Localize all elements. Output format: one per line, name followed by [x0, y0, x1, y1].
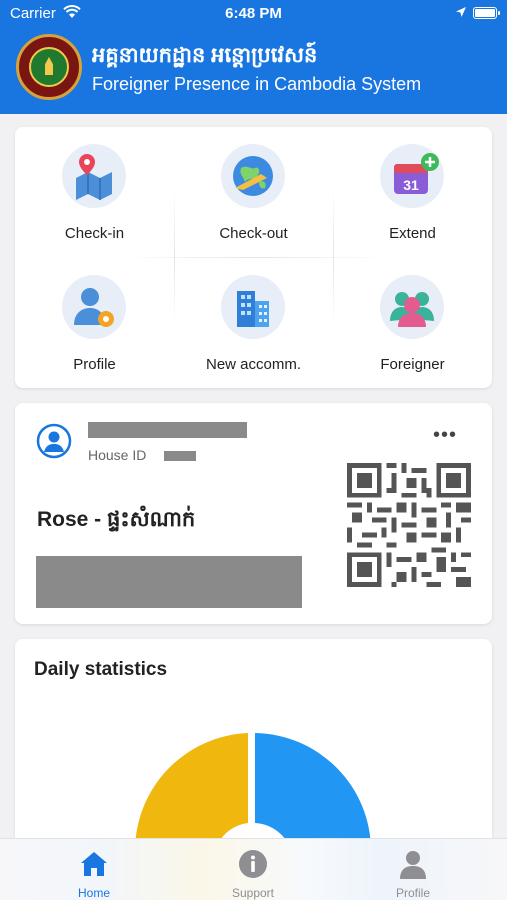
more-options-button[interactable]: •••	[433, 425, 463, 447]
house-name: Rose - ផ្ទះសំណាក់	[37, 508, 196, 531]
check-out-globe-icon	[221, 144, 285, 208]
app-header: អគ្គនាយកដ្ឋាន អន្តោប្រវេសន៍ Foreigner Pr…	[0, 28, 507, 114]
bottom-tab-bar: Home Support Profile	[0, 838, 507, 900]
foreigner-button[interactable]: Foreigner	[333, 258, 492, 388]
battery-icon	[473, 7, 500, 19]
extend-label: Extend	[389, 225, 436, 242]
house-card: House ID ••• Rose - ផ្ទះសំណាក់	[15, 403, 492, 624]
home-icon	[79, 849, 109, 879]
profile-settings-icon	[62, 275, 126, 339]
house-qr-code[interactable]	[347, 463, 471, 587]
house-id-label: House ID	[88, 447, 147, 463]
extend-button[interactable]: 31 Extend	[333, 127, 492, 257]
check-out-label: Check-out	[219, 225, 288, 242]
new-accommodation-button[interactable]: New accomm.	[174, 258, 333, 388]
status-bar: Carrier 6:48 PM	[0, 0, 507, 28]
person-icon	[398, 849, 428, 879]
tab-support-label: Support	[231, 886, 275, 900]
info-icon	[238, 849, 268, 879]
tab-support[interactable]: Support	[193, 839, 313, 900]
redacted-address	[36, 556, 302, 608]
redacted-house-title	[88, 422, 247, 438]
redacted-house-id	[164, 451, 196, 461]
header-title-english: Foreigner Presence in Cambodia System	[92, 74, 422, 94]
stats-title: Daily statistics	[34, 659, 168, 680]
menu-card: Check-in Check-out 31 Extend Profile New…	[15, 127, 492, 388]
location-arrow-icon	[455, 5, 467, 22]
check-out-button[interactable]: Check-out	[174, 127, 333, 257]
new-accommodation-label: New accomm.	[205, 356, 302, 373]
check-in-label: Check-in	[64, 225, 125, 242]
check-in-button[interactable]: Check-in	[15, 127, 174, 257]
clock-time: 6:48 PM	[225, 5, 282, 22]
new-accommodation-building-icon	[221, 275, 285, 339]
tab-profile-label: Profile	[395, 886, 430, 900]
foreigner-group-icon	[380, 275, 444, 339]
user-avatar-icon	[36, 423, 72, 459]
foreigner-label: Foreigner	[380, 356, 445, 373]
profile-menu-label: Profile	[73, 356, 116, 373]
check-in-map-icon	[62, 144, 126, 208]
tab-home[interactable]: Home	[34, 839, 154, 900]
tab-home-label: Home	[77, 886, 110, 900]
extend-calendar-icon: 31	[380, 144, 444, 208]
profile-menu-button[interactable]: Profile	[15, 258, 174, 388]
header-title-khmer: អគ្គនាយកដ្ឋាន អន្តោប្រវេសន៍	[92, 44, 318, 67]
department-logo	[16, 34, 82, 100]
tab-profile[interactable]: Profile	[353, 839, 473, 900]
svg-text:31: 31	[403, 177, 419, 193]
